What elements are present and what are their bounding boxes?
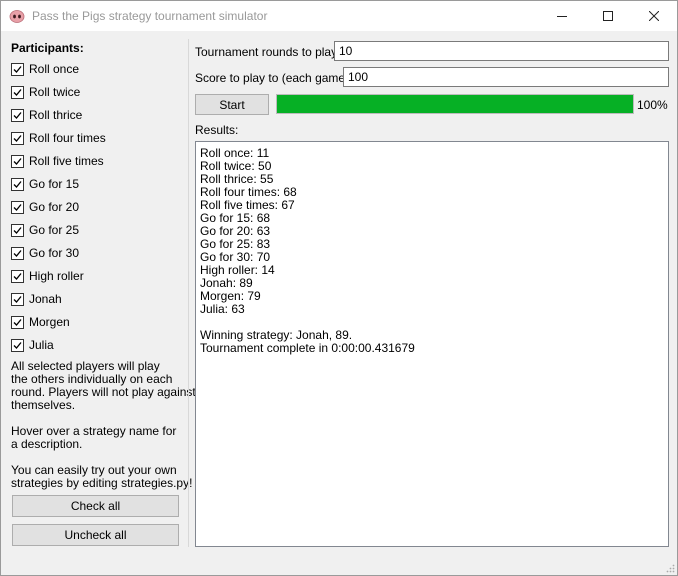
checkbox[interactable] (11, 154, 24, 168)
checkbox-label: Roll four times (29, 131, 106, 145)
participant-checkbox-go-for-20[interactable]: Go for 20 (11, 199, 79, 215)
checkbox-label: Roll once (29, 62, 80, 76)
checkbox-label: Jonah (29, 292, 62, 306)
checkmark-icon (13, 318, 22, 326)
checkbox-label: Roll thrice (29, 108, 83, 122)
participant-checkbox-go-for-15[interactable]: Go for 15 (11, 176, 79, 192)
title-bar[interactable]: Pass the Pigs strategy tournament simula… (1, 1, 677, 31)
start-button[interactable]: Start (195, 94, 269, 115)
checkbox[interactable] (11, 223, 24, 237)
check-all-button[interactable]: Check all (12, 495, 179, 517)
participant-checkbox-roll-once[interactable]: Roll once (11, 61, 79, 77)
participant-checkbox-jonah[interactable]: Jonah (11, 291, 62, 307)
participant-checkbox-roll-thrice[interactable]: Roll thrice (11, 107, 82, 123)
window-title: Pass the Pigs strategy tournament simula… (32, 9, 268, 23)
checkmark-icon (13, 341, 22, 349)
results-label: Results: (195, 123, 239, 137)
help-line: a description. (11, 437, 83, 451)
progress-percent: 100% (637, 98, 668, 112)
participant-checkbox-roll-five-times[interactable]: Roll five times (11, 153, 104, 169)
participant-checkbox-roll-twice[interactable]: Roll twice (11, 84, 80, 100)
checkbox-label: Go for 20 (29, 200, 80, 214)
results-line: Tournament complete in 0:00:00.431679 (200, 341, 415, 355)
results-line: Morgen: 79 (200, 289, 261, 303)
checkbox-label: High roller (29, 269, 84, 283)
checkmark-icon (13, 226, 22, 234)
checkmark-icon (13, 65, 22, 73)
checkmark-icon (13, 111, 22, 119)
results-line: Julia: 63 (200, 302, 245, 316)
window-controls (539, 1, 677, 31)
checkmark-icon (13, 88, 22, 96)
score-label: Score to play to (each game): (195, 71, 353, 85)
help-line: strategies by editing strategies.py! (11, 476, 193, 490)
help-text: All selected players will play the other… (11, 360, 196, 490)
checkbox-label: Go for 15 (29, 177, 80, 191)
progress-bar (276, 94, 634, 114)
close-button[interactable] (631, 1, 677, 31)
checkbox[interactable] (11, 108, 24, 122)
score-input[interactable] (343, 67, 669, 87)
checkbox[interactable] (11, 62, 24, 76)
maximize-icon (603, 11, 613, 21)
checkmark-icon (13, 180, 22, 188)
checkmark-icon (13, 249, 22, 257)
minimize-button[interactable] (539, 1, 585, 31)
panel-divider (188, 39, 189, 547)
checkbox-label: Roll five times (29, 154, 104, 168)
results-line: High roller: 14 (200, 263, 275, 277)
checkbox[interactable] (11, 292, 24, 306)
checkmark-icon (13, 157, 22, 165)
checkbox[interactable] (11, 200, 24, 214)
close-icon (649, 11, 659, 21)
results-line: Jonah: 89 (200, 276, 253, 290)
app-window: Pass the Pigs strategy tournament simula… (0, 0, 678, 576)
checkbox-label: Julia (29, 338, 54, 352)
checkmark-icon (13, 272, 22, 280)
progress-fill (277, 95, 633, 113)
checkbox[interactable] (11, 177, 24, 191)
checkbox-label: Morgen (29, 315, 70, 329)
checkbox-label: Roll twice (29, 85, 81, 99)
maximize-button[interactable] (585, 1, 631, 31)
checkbox[interactable] (11, 269, 24, 283)
participant-checkbox-morgen[interactable]: Morgen (11, 314, 70, 330)
pig-icon (9, 10, 25, 23)
resize-grip-icon[interactable] (665, 563, 675, 573)
participant-checkbox-go-for-25[interactable]: Go for 25 (11, 222, 79, 238)
checkbox-label: Go for 25 (29, 223, 80, 237)
uncheck-all-button[interactable]: Uncheck all (12, 524, 179, 546)
help-line: themselves. (11, 398, 76, 412)
minimize-icon (557, 16, 567, 17)
rounds-label: Tournament rounds to play: (195, 45, 341, 59)
participant-checkbox-go-for-30[interactable]: Go for 30 (11, 245, 79, 261)
checkbox[interactable] (11, 246, 24, 260)
participant-checkbox-high-roller[interactable]: High roller (11, 268, 84, 284)
checkmark-icon (13, 134, 22, 142)
checkbox[interactable] (11, 85, 24, 99)
checkbox[interactable] (11, 131, 24, 145)
participant-checkbox-julia[interactable]: Julia (11, 337, 54, 353)
participant-checkbox-roll-four-times[interactable]: Roll four times (11, 130, 106, 146)
checkmark-icon (13, 203, 22, 211)
checkbox-label: Go for 30 (29, 246, 80, 260)
checkbox[interactable] (11, 338, 24, 352)
results-textarea[interactable]: Roll once: 11 Roll twice: 50 Roll thrice: … (195, 141, 669, 547)
checkbox[interactable] (11, 315, 24, 329)
participants-heading: Participants: (11, 41, 84, 55)
rounds-input[interactable] (334, 41, 669, 61)
checkmark-icon (13, 295, 22, 303)
